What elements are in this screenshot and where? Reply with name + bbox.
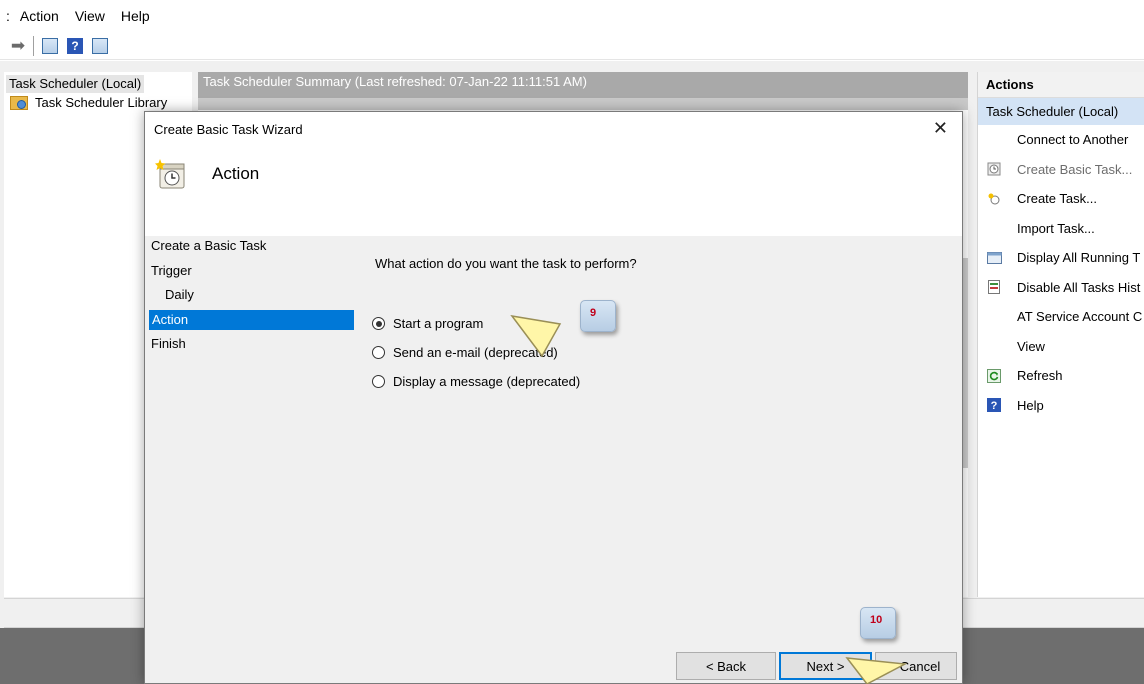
action-disable-all-tasks-history[interactable]: Disable All Tasks Hist (978, 273, 1144, 303)
action-label: Import Task... (1017, 220, 1095, 236)
step-callout-badge: 9 (580, 300, 616, 332)
radio-button[interactable] (372, 346, 385, 359)
create-task-icon (986, 191, 1002, 207)
tree-item-task-scheduler-library[interactable]: Task Scheduler Library (10, 95, 167, 110)
action-question: What action do you want the task to perf… (375, 256, 637, 271)
show-hide-action-pane-icon[interactable] (90, 36, 110, 56)
callout-number: 10 (870, 614, 883, 626)
action-create-task[interactable]: Create Task... (978, 184, 1144, 214)
action-connect-to-another[interactable]: Connect to Another (978, 125, 1144, 155)
menu-view[interactable]: View (75, 8, 105, 24)
toolbar-separator (33, 35, 34, 56)
pointer-arrow-icon (845, 657, 907, 684)
dialog-title: Create Basic Task Wizard (154, 121, 303, 137)
radio-label: Display a message (deprecated) (393, 374, 581, 389)
step-callout-badge: 10 (860, 607, 896, 639)
tree-item-task-scheduler-local[interactable]: Task Scheduler (Local) (6, 75, 145, 93)
action-label: View (1017, 338, 1045, 354)
radio-start-a-program[interactable]: Start a program (372, 316, 483, 331)
wizard-header: Action (145, 146, 962, 236)
menu-action[interactable]: Action (20, 8, 59, 24)
step-daily[interactable]: Daily (165, 285, 194, 305)
refresh-icon (986, 368, 1002, 384)
action-label: Help (1017, 397, 1044, 413)
action-label: Create Basic Task... (1017, 161, 1133, 177)
step-trigger[interactable]: Trigger (151, 261, 192, 281)
radio-button-checked[interactable] (372, 317, 385, 330)
action-label: Refresh (1017, 368, 1063, 384)
step-action[interactable]: Action (149, 310, 354, 330)
action-label: Disable All Tasks Hist (1017, 279, 1141, 295)
action-import-task[interactable]: Import Task... (978, 214, 1144, 244)
actions-pane: Actions Task Scheduler (Local) Connect t… (977, 72, 1144, 597)
folder-clock-icon (10, 95, 28, 110)
action-label: Create Task... (1017, 191, 1097, 207)
radio-button[interactable] (372, 375, 385, 388)
summary-subheader (198, 98, 968, 110)
create-basic-task-icon (986, 161, 1002, 177)
wizard-page-title: Action (212, 164, 260, 183)
radio-display-a-message[interactable]: Display a message (deprecated) (372, 374, 580, 389)
action-view[interactable]: View (978, 332, 1144, 362)
action-label: Display All Running T (1017, 250, 1141, 266)
action-help[interactable]: ? Help (978, 391, 1144, 421)
menu-bar: : Action View Help (0, 0, 1144, 32)
action-refresh[interactable]: Refresh (978, 361, 1144, 391)
close-icon[interactable]: ✕ (933, 118, 948, 138)
actions-section-task-scheduler-local[interactable]: Task Scheduler (Local) (978, 98, 1144, 125)
actions-title: Actions (978, 72, 1144, 98)
back-button[interactable]: < Back (676, 652, 776, 680)
step-create-a-basic-task[interactable]: Create a Basic Task (151, 236, 266, 256)
dialog-title-bar[interactable]: Create Basic Task Wizard (145, 112, 962, 146)
action-display-all-running-tasks[interactable]: Display All Running T (978, 243, 1144, 273)
wizard-body: Create a Basic Task Trigger Daily Action… (145, 236, 962, 683)
create-basic-task-wizard-dialog: Create Basic Task Wizard ✕ Action Create… (144, 111, 963, 684)
tree-item-label: Task Scheduler Library (35, 95, 168, 110)
svg-text:?: ? (991, 400, 998, 412)
disable-history-icon (986, 279, 1002, 295)
action-label: AT Service Account C (1017, 309, 1143, 325)
task-clock-icon (155, 158, 187, 189)
toolbar: ➡ ? (0, 32, 1144, 60)
help-icon: ? (986, 397, 1002, 413)
help-icon[interactable]: ? (65, 36, 85, 56)
display-running-tasks-icon (986, 250, 1002, 266)
action-at-service-account[interactable]: AT Service Account C (978, 302, 1144, 332)
menu-file-cut[interactable]: : (6, 8, 10, 24)
step-finish[interactable]: Finish (151, 334, 186, 354)
callout-number: 9 (590, 307, 597, 319)
menu-help[interactable]: Help (121, 8, 150, 24)
wizard-steps-list: Create a Basic Task Trigger Daily Action… (145, 236, 355, 683)
action-create-basic-task[interactable]: Create Basic Task... (978, 155, 1144, 185)
radio-label: Start a program (393, 316, 484, 331)
show-hide-console-tree-icon[interactable] (40, 36, 60, 56)
forward-arrow-icon[interactable]: ➡ (8, 36, 28, 56)
pointer-arrow-icon (510, 314, 562, 358)
action-label: Connect to Another (1017, 132, 1129, 148)
summary-header: Task Scheduler Summary (Last refreshed: … (198, 72, 968, 98)
